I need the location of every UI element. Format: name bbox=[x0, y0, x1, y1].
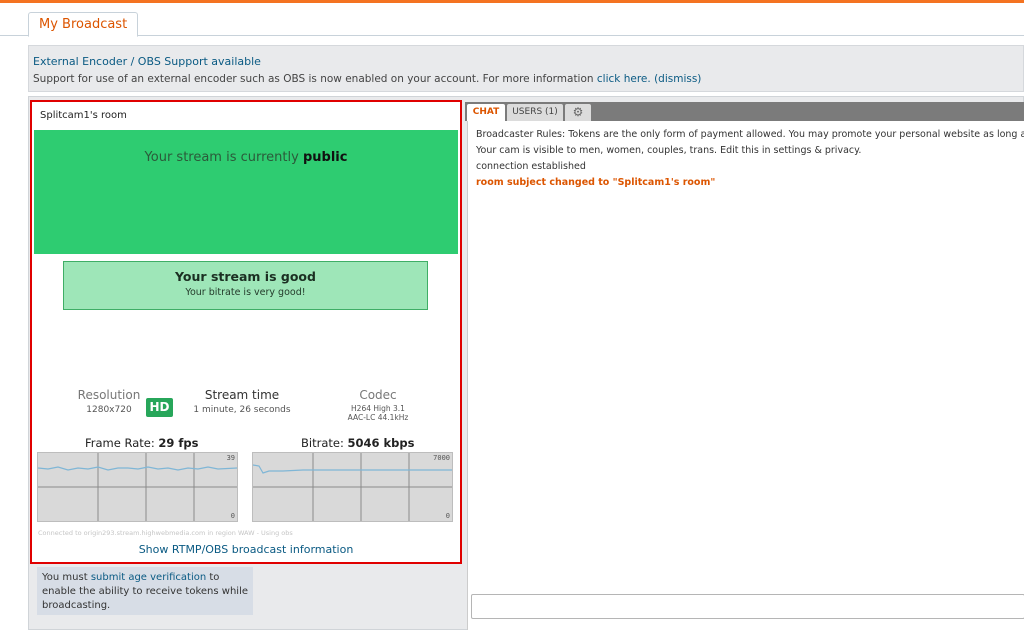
gear-icon: ⚙ bbox=[572, 105, 584, 119]
rtmp-info-link[interactable]: Show RTMP/OBS broadcast information bbox=[32, 543, 460, 556]
tab-settings[interactable]: ⚙ bbox=[565, 104, 591, 121]
codec-audio: AAC-LC 44.1kHz bbox=[347, 413, 409, 422]
public-prefix: Your stream is currently bbox=[144, 150, 299, 165]
bitrate-graph: 7000 0 bbox=[252, 452, 453, 522]
stream-time-stat: Stream time 1 minute, 26 seconds bbox=[182, 388, 302, 415]
bitrate-line bbox=[253, 464, 452, 474]
resolution-value: 1280x720 bbox=[86, 405, 132, 415]
tab-my-broadcast[interactable]: My Broadcast bbox=[28, 12, 139, 37]
stream-health-title: Your stream is good bbox=[175, 269, 316, 284]
bitrate-graph-svg bbox=[253, 453, 452, 521]
tab-chat[interactable]: CHAT bbox=[467, 104, 505, 121]
chat-message: Broadcaster Rules: Tokens are the only f… bbox=[476, 129, 1024, 140]
resolution-label: Resolution bbox=[77, 388, 141, 402]
codec-label: Codec bbox=[359, 388, 397, 402]
chat-message: connection established bbox=[476, 161, 586, 172]
stream-health-box: Your stream is good Your bitrate is very… bbox=[63, 261, 428, 310]
codec-stat: Codec H264 High 3.1 AAC-LC 44.1kHz bbox=[328, 388, 428, 422]
chat-input[interactable] bbox=[471, 594, 1024, 619]
framerate-graph-svg bbox=[38, 453, 237, 521]
bitrate-value: 5046 kbps bbox=[347, 436, 415, 450]
bitrate-label-text: Bitrate: bbox=[301, 436, 344, 450]
chat-message: Your cam is visible to men, women, coupl… bbox=[476, 145, 862, 156]
stream-health-sub: Your bitrate is very good! bbox=[185, 287, 306, 298]
bitrate-max: 7000 bbox=[433, 454, 450, 462]
framerate-max: 39 bbox=[226, 454, 235, 462]
notice-click-here-link[interactable]: click here. bbox=[597, 73, 651, 85]
chat-tab-bar: CHAT USERS (1) ⚙ bbox=[465, 102, 1024, 121]
framerate-label-text: Frame Rate: bbox=[85, 436, 155, 450]
public-status-value: public bbox=[302, 150, 348, 165]
broadcast-panel: Splitcam1's room Your stream is currentl… bbox=[30, 100, 462, 564]
stream-time-value: 1 minute, 26 seconds bbox=[193, 405, 291, 415]
framerate-min: 0 bbox=[230, 512, 235, 520]
age-verification-link[interactable]: submit age verification bbox=[91, 572, 206, 583]
framerate-line bbox=[38, 466, 237, 471]
notice-body: Support for use of an external encoder s… bbox=[33, 73, 594, 85]
main-tab-strip: My Broadcast bbox=[0, 3, 1024, 37]
age-verification-box: You must submit age verification to enab… bbox=[37, 567, 253, 615]
chat-panel: Broadcaster Rules: Tokens are the only f… bbox=[467, 121, 1024, 630]
framerate-label: Frame Rate: 29 fps bbox=[85, 436, 198, 450]
notice-dismiss-link[interactable]: (dismiss) bbox=[654, 73, 701, 85]
public-status-text: Your stream is currently public bbox=[34, 150, 458, 165]
hd-badge: HD bbox=[146, 398, 173, 417]
stream-public-banner: Your stream is currently public bbox=[34, 130, 458, 254]
stream-time-label: Stream time bbox=[204, 388, 280, 402]
obs-notice: External Encoder / OBS Support available… bbox=[28, 45, 1024, 92]
tab-users[interactable]: USERS (1) bbox=[507, 104, 563, 121]
notice-title: External Encoder / OBS Support available bbox=[33, 55, 261, 68]
server-info: Connected to origin293.stream.highwebmed… bbox=[38, 529, 293, 537]
framerate-graph: 39 0 bbox=[37, 452, 238, 522]
bitrate-min: 0 bbox=[445, 512, 450, 520]
room-title: Splitcam1's room bbox=[40, 110, 127, 121]
chat-message-subject-change: room subject changed to "Splitcam1's roo… bbox=[476, 177, 716, 188]
framerate-value: 29 fps bbox=[158, 436, 199, 450]
codec-video: H264 High 3.1 bbox=[351, 404, 405, 413]
age-prefix: You must bbox=[42, 572, 88, 583]
notice-text: Support for use of an external encoder s… bbox=[33, 73, 701, 85]
resolution-stat: Resolution 1280x720 bbox=[64, 388, 154, 415]
bitrate-label: Bitrate: 5046 kbps bbox=[301, 436, 414, 450]
